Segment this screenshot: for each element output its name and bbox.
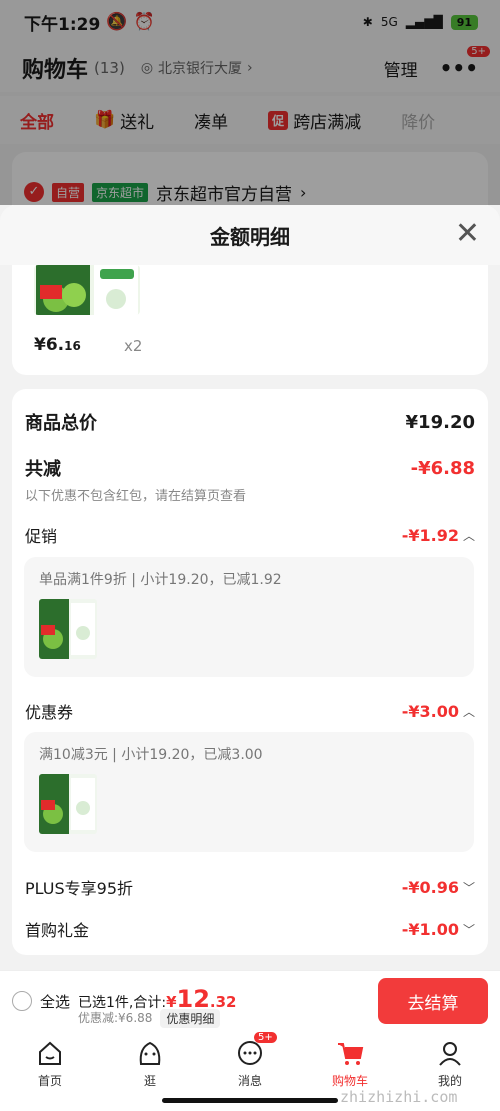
home-indicator <box>162 1098 338 1103</box>
nav-home[interactable]: 首页 <box>0 1032 100 1111</box>
first-purchase-label: 首购礼金 <box>25 921 90 940</box>
price-cents: 16 <box>64 339 81 353</box>
coupon-row[interactable]: 优惠券 -¥3.00 ︿ <box>25 699 475 723</box>
nav-label: 消息 <box>237 1074 262 1088</box>
checkout-button[interactable]: 去结算 <box>378 978 488 1024</box>
coupon-detail-text: 满10减3元 | 小计19.20，已减3.00 <box>39 747 263 763</box>
nav-label: 首页 <box>37 1074 62 1088</box>
first-purchase-row[interactable]: 首购礼金 -¥1.00 ﹀ <box>25 917 475 941</box>
select-all-checkbox[interactable] <box>12 991 32 1011</box>
promo-value: -¥1.92 <box>401 525 459 545</box>
price-main: ¥6. <box>34 335 65 355</box>
browse-face-icon <box>139 1041 161 1065</box>
modal-backdrop[interactable] <box>0 0 500 205</box>
coupon-value: -¥3.00 <box>401 701 459 721</box>
chevron-down-icon: ﹀ <box>462 922 475 937</box>
price-detail-sheet: 金额明细 ✕ ¥6.16 x2 商品总价 ¥19.20 共减 -¥6.88 以下… <box>0 205 500 970</box>
home-icon <box>39 1041 61 1065</box>
promo-product-image <box>39 599 97 659</box>
nav-label: 逛 <box>143 1074 156 1088</box>
cart-icon <box>338 1043 364 1065</box>
goods-total-row: 商品总价 ¥19.20 <box>25 409 475 435</box>
nav-label: 购物车 <box>331 1074 368 1088</box>
product-card: ¥6.16 x2 <box>12 265 488 375</box>
watermark: zhizhizhi.com <box>340 1088 458 1106</box>
promo-label: 促销 <box>25 527 58 546</box>
coupon-label: 优惠券 <box>25 703 74 722</box>
reduce-label: 共减 <box>25 459 61 480</box>
promo-detail-text: 单品满1件9折 | 小计19.20，已减1.92 <box>39 572 282 588</box>
chevron-down-icon: ﹀ <box>462 880 475 895</box>
nav-label: 我的 <box>437 1074 462 1088</box>
product-quantity: x2 <box>124 337 143 355</box>
checkout-bar: 全选 已选1件,合计:¥12.32 优惠减:¥6.88 优惠明细 去结算 <box>0 970 500 1032</box>
close-icon[interactable]: ✕ <box>455 219 480 249</box>
sheet-title: 金额明细 <box>210 224 290 249</box>
reduce-value: -¥6.88 <box>410 457 475 479</box>
message-badge: 5+ <box>254 1032 277 1043</box>
chevron-up-icon: ︿ <box>462 704 475 719</box>
first-purchase-value: -¥1.00 <box>401 919 459 939</box>
amount-detail-card: 商品总价 ¥19.20 共减 -¥6.88 以下优惠不包含红包，请在结算页查看 … <box>12 389 488 955</box>
promo-row[interactable]: 促销 -¥1.92 ︿ <box>25 523 475 547</box>
discount-detail-button[interactable]: 优惠明细 <box>160 1009 221 1028</box>
sheet-header: 金额明细 ✕ <box>0 205 500 265</box>
profile-icon <box>439 1042 461 1066</box>
chevron-up-icon: ︿ <box>462 528 475 543</box>
discount-text: 优惠减:¥6.88 <box>78 1011 153 1025</box>
goods-total-value: ¥19.20 <box>405 411 475 433</box>
coupon-detail-box: 满10减3元 | 小计19.20，已减3.00 <box>24 732 474 852</box>
plus-row[interactable]: PLUS专享95折 -¥0.96 ﹀ <box>25 875 475 899</box>
product-price: ¥6.16 <box>34 335 81 355</box>
coupon-product-image <box>39 774 97 834</box>
discount-line: 优惠减:¥6.88 优惠明细 <box>78 1009 221 1028</box>
select-all-label[interactable]: 全选 <box>40 991 70 1012</box>
plus-label: PLUS专享95折 <box>25 879 133 898</box>
reduce-note: 以下优惠不包含红包，请在结算页查看 <box>25 489 247 504</box>
goods-total-label: 商品总价 <box>25 413 97 434</box>
product-image[interactable] <box>34 265 140 315</box>
promo-detail-box: 单品满1件9折 | 小计19.20，已减1.92 <box>24 557 474 677</box>
plus-value: -¥0.96 <box>401 877 459 897</box>
reduce-row: 共减 -¥6.88 <box>25 455 475 481</box>
